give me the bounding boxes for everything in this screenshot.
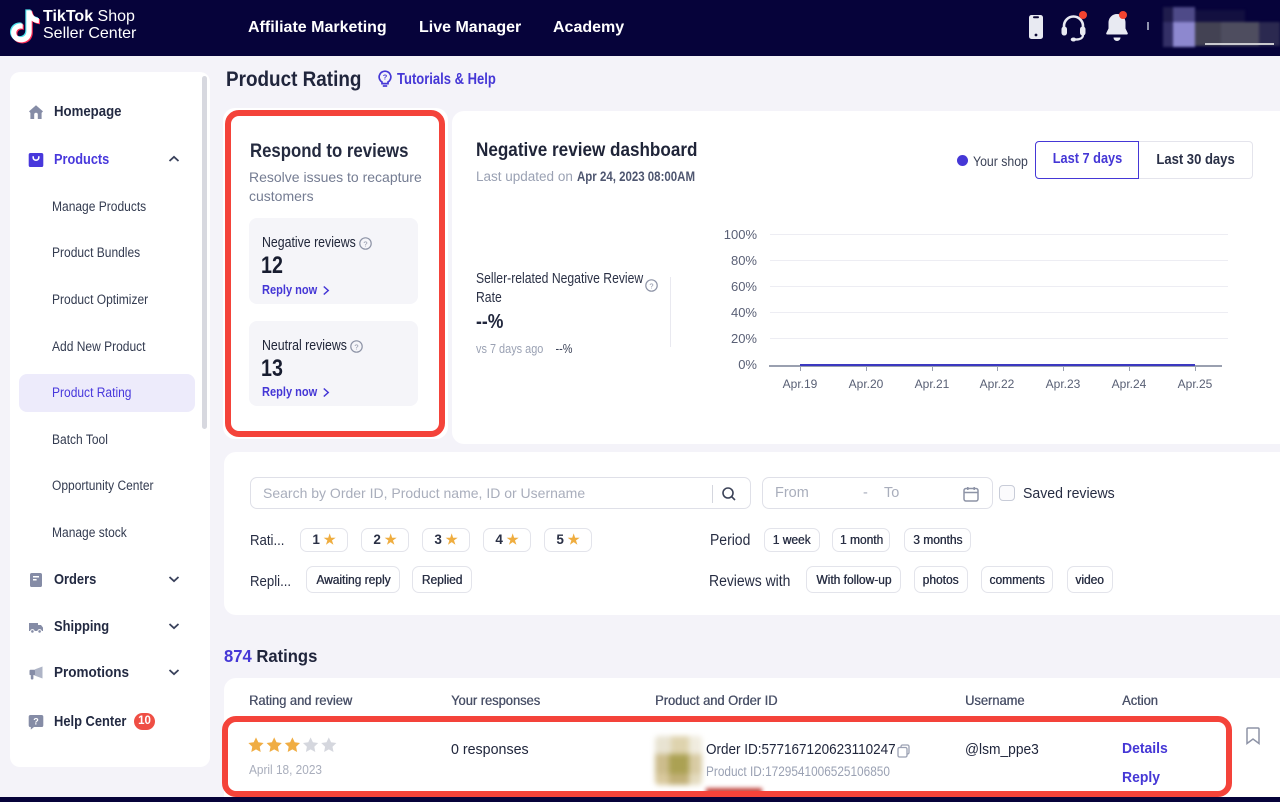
svg-text:?: ? <box>383 73 388 82</box>
svg-text:?: ? <box>33 717 39 727</box>
svg-text:?: ? <box>649 281 653 290</box>
